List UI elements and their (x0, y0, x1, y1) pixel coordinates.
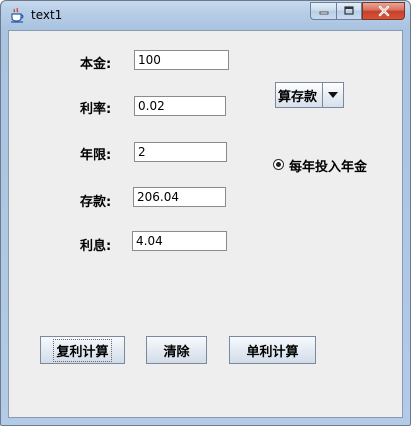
chevron-down-icon[interactable] (323, 83, 343, 107)
window-controls (310, 2, 405, 21)
mode-selected-value: 算存款 (276, 83, 323, 107)
deposit-output[interactable] (133, 187, 226, 207)
principal-label: 本金: (80, 57, 112, 72)
years-input[interactable] (134, 142, 227, 162)
maximize-button[interactable] (336, 2, 362, 20)
rate-label: 利率: (80, 102, 112, 117)
java-cup-icon (11, 7, 24, 23)
compound-calc-button[interactable]: 复利计算 (40, 336, 125, 364)
compound-calc-label: 复利计算 (53, 338, 112, 362)
content-panel: 本金: 利率: 年限: 存款: 利息: 算存款 每年投入年金 复利计算 清除 (8, 30, 403, 418)
deposit-label: 存款: (80, 195, 112, 210)
clear-button[interactable]: 清除 (146, 336, 207, 364)
close-icon (378, 5, 389, 17)
rate-input[interactable] (134, 96, 226, 116)
title-bar[interactable]: text1 (1, 1, 410, 29)
minimize-icon (319, 11, 328, 15)
app-window: text1 本金: 100 利率: 0.02 年限: 2 存款: 206.04 … (0, 0, 411, 426)
annuity-radio[interactable] (273, 159, 284, 170)
annuity-radio-label[interactable]: 每年投入年金 (289, 156, 367, 175)
maximize-icon (344, 6, 354, 15)
simple-calc-button[interactable]: 单利计算 (229, 336, 316, 364)
window-title: text1 (31, 8, 63, 22)
interest-output[interactable] (132, 231, 227, 251)
clear-label: 清除 (163, 344, 190, 360)
close-button[interactable] (362, 2, 405, 20)
mode-dropdown[interactable]: 算存款 (275, 82, 344, 108)
years-label: 年限: (80, 148, 112, 163)
principal-input[interactable] (134, 50, 229, 70)
simple-calc-label: 单利计算 (246, 344, 299, 360)
interest-label: 利息: (80, 239, 112, 254)
minimize-button[interactable] (310, 2, 336, 20)
